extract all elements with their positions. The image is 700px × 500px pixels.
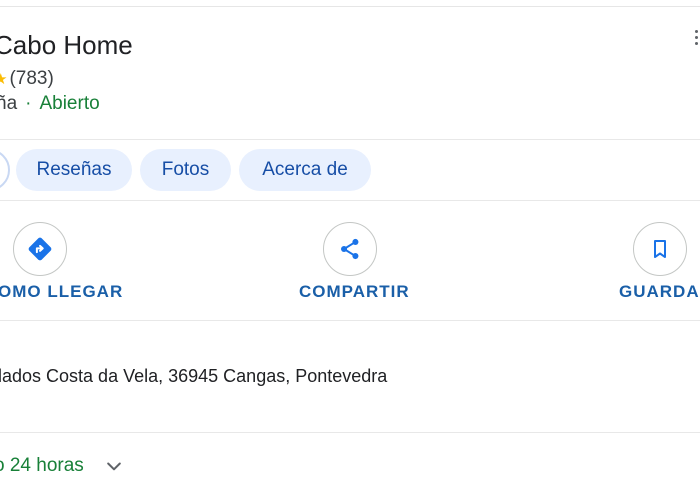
tabs-divider — [0, 200, 700, 201]
hours-text[interactable]: o 24 horas — [0, 455, 84, 477]
star-icon: ★ — [0, 71, 8, 88]
rating-row[interactable]: ★ (783) — [0, 68, 54, 90]
chevron-down-icon[interactable] — [104, 456, 124, 476]
save-button[interactable] — [633, 222, 687, 276]
actions-divider — [0, 320, 700, 321]
place-category: ña — [0, 93, 18, 114]
bookmark-icon — [654, 240, 666, 258]
share-button[interactable] — [323, 222, 377, 276]
tab-photos[interactable]: Fotos — [140, 149, 231, 191]
directions-icon — [28, 237, 52, 261]
address-text[interactable]: lados Costa da Vela, 36945 Cangas, Ponte… — [0, 366, 387, 387]
place-title: Cabo Home — [0, 30, 133, 60]
top-divider — [0, 6, 700, 7]
tab-about[interactable]: Acerca de — [239, 149, 371, 191]
address-divider — [0, 432, 700, 433]
header-divider — [0, 139, 700, 140]
tab-overview[interactable] — [0, 149, 10, 191]
share-icon — [341, 238, 359, 260]
category-status-row: ña · Abierto — [0, 93, 100, 115]
save-label[interactable]: GUARDAR — [619, 282, 700, 302]
directions-button[interactable] — [13, 222, 67, 276]
tab-reviews[interactable]: Reseñas — [16, 149, 132, 191]
rating-count: (783) — [9, 68, 54, 89]
directions-label[interactable]: OMO LLEGAR — [0, 282, 123, 302]
share-label[interactable]: COMPARTIR — [299, 282, 410, 302]
separator-dot: · — [25, 93, 32, 114]
more-vertical-icon[interactable] — [692, 30, 700, 50]
open-status: Abierto — [39, 93, 100, 114]
